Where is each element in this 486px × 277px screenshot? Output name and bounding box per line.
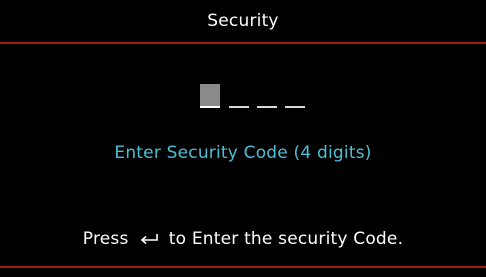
hint-action-label: to Enter the security Code. xyxy=(168,229,404,249)
hint-press-label: Press xyxy=(82,229,129,249)
title-bar: Security xyxy=(0,0,486,44)
code-digit-4[interactable] xyxy=(285,84,305,108)
security-code-input[interactable] xyxy=(200,84,320,114)
enter-return-icon xyxy=(140,234,158,245)
security-code-prompt: Enter Security Code (4 digits) xyxy=(114,143,372,163)
code-digit-1[interactable] xyxy=(200,84,220,108)
dialog-title: Security xyxy=(207,11,279,31)
security-dialog: Security Enter Security Code (4 digits) … xyxy=(0,0,486,277)
bottom-divider xyxy=(0,266,486,268)
code-digit-2[interactable] xyxy=(229,84,249,108)
enter-hint: Press to Enter the security Code. xyxy=(0,229,486,249)
code-digit-3[interactable] xyxy=(257,84,277,108)
